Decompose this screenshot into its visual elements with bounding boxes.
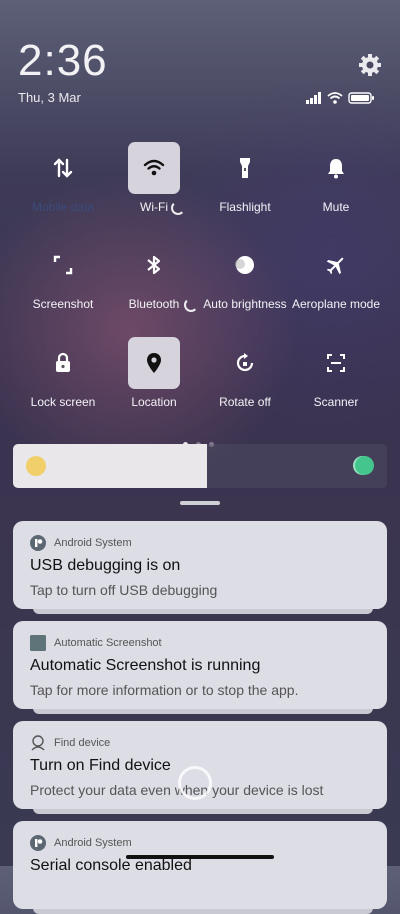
tile-lock-screen[interactable]: Lock screen [18,337,108,417]
tile-mobile-data[interactable]: Mobile data [18,142,108,222]
tile-label: Aeroplane mode [291,297,381,311]
notification-app-name: Android System [54,837,132,849]
tile-label: Lock screen [30,395,96,409]
signal-icon [306,92,321,104]
notification-app-name: Android System [54,537,132,549]
location-icon [128,337,180,389]
clock: 2:36 [18,36,108,85]
screenshot-icon [37,239,89,291]
notification-body: Tap to turn off USB debugging [30,582,218,598]
tile-label: Mute [322,200,350,214]
drag-handle[interactable] [180,501,220,505]
notification-body: Protect your data even when your device … [30,782,324,798]
notification-title: Turn on Find device [30,757,171,774]
notification-app-name: Find device [54,737,111,749]
tile-mute[interactable]: Mute [291,142,381,222]
loading-icon [184,298,198,312]
touch-indicator [178,766,212,800]
date: Thu, 3 Mar [18,90,81,105]
tile-location[interactable]: Location [109,337,199,417]
android-system-icon [30,535,46,551]
tile-auto-brightness[interactable]: Auto brightness [200,239,290,319]
wifi-icon [327,92,343,100]
battery-icon [348,92,374,104]
notification-title: Serial console enabled [30,857,192,874]
bell-icon [310,142,362,194]
tile-label: Scanner [313,395,359,409]
screenshot-app-icon [30,635,46,651]
lock-icon [37,337,89,389]
tile-label: Screenshot [32,297,94,311]
android-system-icon [30,835,46,851]
sun-icon [26,456,46,476]
notification-title: USB debugging is on [30,557,181,574]
loading-icon [171,201,185,215]
find-device-icon [30,735,46,751]
mobile-data-icon [37,142,89,194]
notification-app-name: Automatic Screenshot [54,637,162,649]
tile-wifi[interactable]: Wi-Fi [109,142,199,222]
gesture-bar[interactable] [126,855,274,859]
notification-card[interactable]: Automatic Screenshot Automatic Screensho… [13,621,387,714]
notification-card[interactable]: Android System Serial console enabled [13,821,387,914]
notification-title: Automatic Screenshot is running [30,657,261,674]
tile-label: Wi-Fi [140,200,168,214]
tile-bluetooth[interactable]: Bluetooth [109,239,199,319]
tile-label: Auto brightness [203,297,287,311]
auto-brightness-icon [219,239,271,291]
status-icons [306,91,376,105]
notification-body: Tap for more information or to stop the … [30,682,299,698]
tile-label: Mobile data [31,200,95,214]
tile-scanner[interactable]: Scanner [291,337,381,417]
tile-label: Location [131,395,177,409]
wifi-icon [128,142,180,194]
tile-label: Rotate off [219,395,271,409]
tile-screenshot[interactable]: Screenshot [18,239,108,319]
airplane-icon [310,239,362,291]
flashlight-icon [219,142,271,194]
tile-label: Flashlight [219,200,271,214]
bluetooth-icon [128,239,180,291]
tile-aeroplane-mode[interactable]: Aeroplane mode [291,239,381,319]
notification-card[interactable]: Android System USB debugging is on Tap t… [13,521,387,614]
rotate-icon [219,337,271,389]
tile-rotate-off[interactable]: Rotate off [200,337,290,417]
scanner-icon [310,337,362,389]
tile-flashlight[interactable]: Flashlight [200,142,290,222]
gear-icon[interactable] [356,51,384,79]
auto-brightness-toggle[interactable] [355,456,374,475]
